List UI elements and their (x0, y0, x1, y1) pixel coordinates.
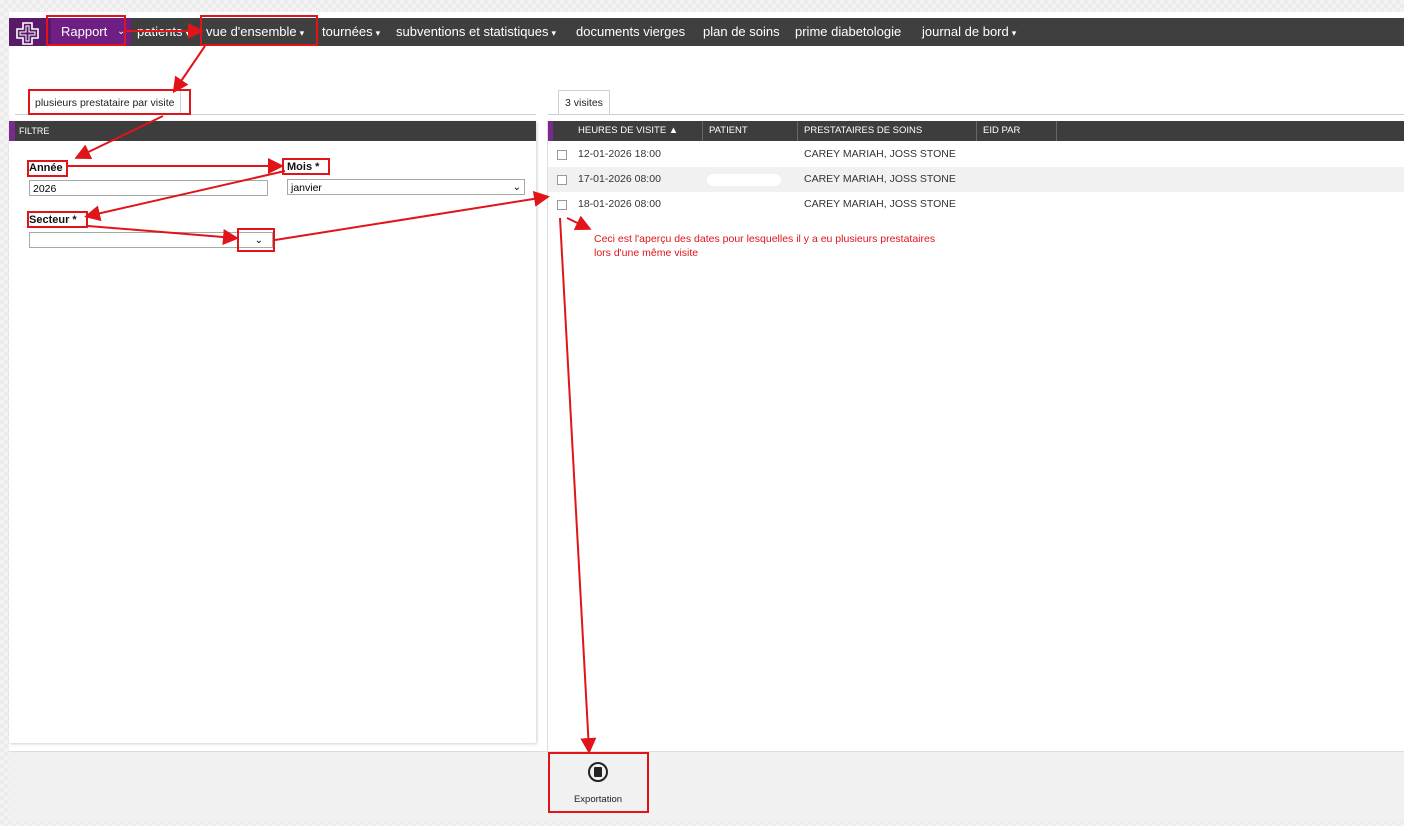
table-row[interactable]: 17-01-2026 08:00 CAREY MARIAH, JOSS STON… (547, 167, 1404, 192)
chevron-down-icon: ⌄ (512, 182, 521, 193)
annotation-box-export (548, 752, 649, 813)
row-checkbox[interactable] (557, 175, 567, 185)
caret-down-icon: ▾ (1011, 28, 1017, 38)
visit-date: 17-01-2026 08:00 (578, 173, 661, 185)
annotation-box-mois (282, 158, 330, 175)
annotation-box-arrow (237, 228, 275, 252)
annotation-box-vue-ensemble (200, 15, 318, 46)
annotation-box-rapport (46, 15, 126, 46)
annee-input[interactable]: 2026 (29, 180, 268, 196)
prestataires: CAREY MARIAH, JOSS STONE (804, 148, 956, 160)
filter-header: FILTRE (9, 121, 536, 141)
caret-down-icon: ▾ (375, 28, 381, 38)
note-line-2: lors d'une même visite (594, 247, 699, 259)
filter-panel: FILTRE (9, 121, 536, 743)
filter-title: FILTRE (19, 126, 50, 136)
action-bar (9, 751, 1404, 821)
annotation-box-tab (28, 89, 191, 115)
note-line-1: Ceci est l'aperçu des dates pour lesquel… (594, 233, 936, 245)
prestataires: CAREY MARIAH, JOSS STONE (804, 173, 956, 185)
column-eid-par[interactable]: EID PAR (977, 121, 1057, 141)
nav-tournees[interactable]: tournées ▾ (322, 18, 380, 46)
row-checkbox[interactable] (557, 150, 567, 160)
annotation-note: Ceci est l'aperçu des dates pour lesquel… (594, 232, 1034, 260)
caret-down-icon: ▾ (551, 28, 557, 38)
caret-down-icon: ▾ (185, 28, 191, 38)
annotation-box-annee (27, 160, 68, 177)
tab-divider (548, 114, 1404, 115)
tab-visites[interactable]: 3 visites (558, 90, 610, 115)
annotation-box-secteur (27, 211, 88, 228)
medical-cross-logo-icon (16, 22, 39, 45)
mois-select[interactable]: janvier ⌄ (287, 179, 525, 195)
accent-bar (9, 121, 15, 141)
nav-prime-diabetologie[interactable]: prime diabetologie (795, 18, 901, 46)
row-checkbox[interactable] (557, 200, 567, 210)
nav-plan-de-soins[interactable]: plan de soins (703, 18, 780, 46)
nav-documents-vierges[interactable]: documents vierges (576, 18, 685, 46)
visit-date: 12-01-2026 18:00 (578, 148, 661, 160)
prestataires: CAREY MARIAH, JOSS STONE (804, 198, 956, 210)
visits-grid: HEURES DE VISITE ▲ PATIENT PRESTATAIRES … (547, 121, 1404, 751)
nav-patients[interactable]: patients ▾ (137, 18, 190, 46)
column-heures-de-visite[interactable]: HEURES DE VISITE ▲ (572, 121, 703, 141)
table-row[interactable]: 18-01-2026 08:00 CAREY MARIAH, JOSS STON… (547, 192, 1404, 217)
column-prestataires[interactable]: PRESTATAIRES DE SOINS (798, 121, 977, 141)
grid-border (547, 121, 548, 751)
nav-journal-de-bord[interactable]: journal de bord ▾ (922, 18, 1016, 46)
logo[interactable] (9, 18, 51, 46)
table-row[interactable]: 12-01-2026 18:00 CAREY MARIAH, JOSS STON… (547, 142, 1404, 167)
visit-date: 18-01-2026 08:00 (578, 198, 661, 210)
mois-value: janvier (291, 182, 322, 194)
redacted-patient (707, 174, 781, 186)
nav-subventions[interactable]: subventions et statistiques ▾ (396, 18, 556, 46)
column-patient[interactable]: PATIENT (703, 121, 798, 141)
grid-header: HEURES DE VISITE ▲ PATIENT PRESTATAIRES … (547, 121, 1404, 141)
